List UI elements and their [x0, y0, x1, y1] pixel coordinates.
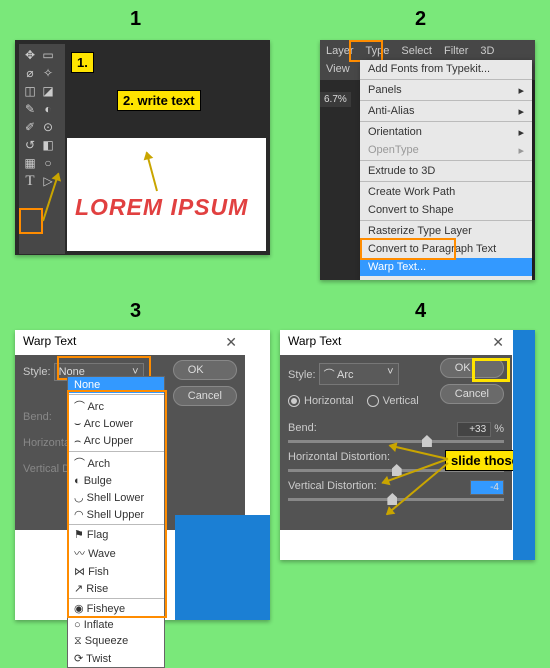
cancel-button[interactable]: Cancel: [173, 386, 237, 406]
style-option[interactable]: ⧖ Squeeze: [68, 633, 164, 650]
callout-2: 2. write text: [117, 90, 201, 111]
bend-value[interactable]: +33: [457, 422, 491, 437]
brush-tool-icon[interactable]: ✐: [21, 118, 39, 136]
stamp-tool-icon[interactable]: ⊙: [39, 118, 57, 136]
move-tool-icon[interactable]: ✥: [21, 46, 39, 64]
dialog-titlebar: Warp Text ✕: [280, 330, 512, 355]
dialog-title: Warp Text: [288, 334, 341, 351]
vd-value[interactable]: -4: [470, 480, 504, 495]
panel-2: LayerTypeSelectFilter3DViewWind 6.7% Add…: [320, 40, 535, 280]
close-icon[interactable]: ✕: [225, 334, 237, 351]
menu-item[interactable]: OpenType▸: [360, 141, 532, 159]
panel-4: Warp Text ✕ Style: ⌒ Arc ˅ OK Cancel Hor…: [280, 330, 535, 560]
marquee-tool-icon[interactable]: ▭: [39, 46, 57, 64]
highlight-ok: [472, 358, 510, 382]
highlight-type-menu: [349, 40, 383, 62]
callout-1: 1.: [71, 52, 94, 73]
slice-tool-icon[interactable]: ◪: [39, 82, 57, 100]
hd-label: Horizontal Distortion:: [288, 451, 390, 463]
style-label: Style:: [23, 366, 51, 378]
bend-label: Bend:: [288, 422, 317, 434]
style-option[interactable]: ○ Inflate: [68, 617, 164, 633]
eraser-tool-icon[interactable]: ◧: [39, 136, 57, 154]
vertical-radio[interactable]: Vertical: [367, 395, 419, 407]
vd-slider[interactable]: [288, 498, 504, 501]
menu-item[interactable]: Match Font...: [360, 276, 532, 280]
desktop-bg-4: [513, 330, 535, 560]
lasso-tool-icon[interactable]: ⌀: [21, 64, 39, 82]
panel-number-3: 3: [130, 300, 141, 323]
heal-tool-icon[interactable]: ◐: [39, 100, 57, 118]
zoom-label: 6.7%: [320, 92, 351, 107]
panel-number-2: 2: [415, 8, 426, 31]
gradient-tool-icon[interactable]: ▦: [21, 154, 39, 172]
menu-item-warp-text[interactable]: Warp Text...: [360, 258, 532, 276]
canvas: LOREM IPSUM: [67, 138, 266, 251]
eyedropper-tool-icon[interactable]: ✎: [21, 100, 39, 118]
dialog-titlebar: Warp Text ✕: [15, 330, 245, 355]
canvas-text-2: M: [322, 244, 346, 276]
highlight-warp-text: [360, 238, 456, 260]
highlight-style-list: [67, 390, 167, 618]
menu-view[interactable]: View: [320, 60, 356, 78]
panel-number-1: 1: [130, 8, 141, 31]
style-option[interactable]: ⟳ Twist: [68, 650, 164, 667]
close-icon[interactable]: ✕: [492, 334, 504, 351]
style-label: Style:: [288, 369, 316, 381]
menu-item[interactable]: Convert to Shape: [360, 201, 532, 219]
panel-1: ✥▭ ⌀✧ ◫◪ ✎◐ ✐⊙ ↺◧ ▦○ T▷ LOREM IPSUM 1. 2…: [15, 40, 270, 255]
menu-item[interactable]: Extrude to 3D: [360, 162, 532, 180]
wand-tool-icon[interactable]: ✧: [39, 64, 57, 82]
menu-3d[interactable]: 3D: [474, 42, 500, 60]
menu-item[interactable]: Orientation▸: [360, 123, 532, 141]
vd-label: Vertical Distortion:: [288, 480, 377, 492]
canvas-text: LOREM IPSUM: [75, 194, 248, 221]
dialog-title: Warp Text: [23, 334, 76, 351]
menu-item[interactable]: Anti-Alias▸: [360, 102, 532, 120]
panel-number-4: 4: [415, 300, 426, 323]
menu-item[interactable]: Add Fonts from Typekit...: [360, 60, 532, 78]
highlight-type-tool: [19, 208, 43, 234]
horizontal-radio[interactable]: Horizontal: [288, 395, 354, 407]
type-tool-icon[interactable]: T: [21, 172, 39, 190]
history-tool-icon[interactable]: ↺: [21, 136, 39, 154]
menu-filter[interactable]: Filter: [438, 42, 474, 60]
menu-select[interactable]: Select: [395, 42, 438, 60]
cancel-button[interactable]: Cancel: [440, 384, 504, 404]
style-dropdown[interactable]: ⌒ Arc ˅: [319, 363, 399, 385]
menu-item[interactable]: Create Work Path: [360, 183, 532, 201]
desktop-bg-3: [175, 515, 270, 620]
ok-button[interactable]: OK: [173, 360, 237, 380]
menu-item[interactable]: Panels▸: [360, 81, 532, 99]
panel-3: Warp Text ✕ Style: None ˅ OK Cancel Bend…: [15, 330, 270, 620]
crop-tool-icon[interactable]: ◫: [21, 82, 39, 100]
